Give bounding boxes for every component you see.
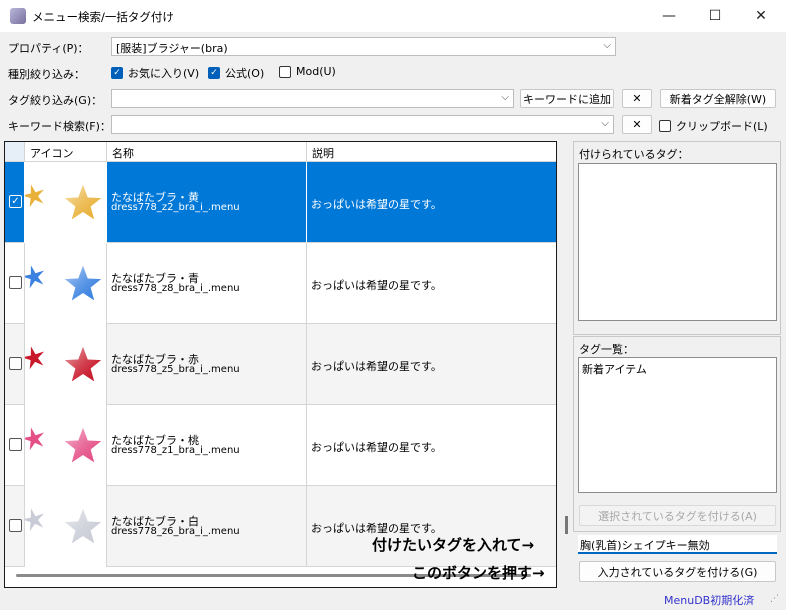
description-cell: おっぱいは希望の星です。 <box>307 162 556 243</box>
row-checkbox-cell[interactable] <box>5 486 25 567</box>
reset-new-tags-button[interactable]: 新着タグ全解除(W) <box>660 89 776 108</box>
star-icon <box>22 427 102 463</box>
close-button[interactable]: ✕ <box>738 0 784 32</box>
menudb-reset-link[interactable]: MenuDB初期化済 <box>664 592 754 608</box>
row-checkbox[interactable]: ✓ <box>9 195 22 208</box>
clipboard-checkbox[interactable]: クリップボード(L) <box>659 118 768 134</box>
favorite-checkbox[interactable]: ✓ お気に入り(V) <box>111 65 199 81</box>
item-grid[interactable]: アイコン 名称 説明 ✓ たなばたブラ・黄 dress778_z2_bra_i_.m… <box>4 141 557 588</box>
item-description: おっぱいは希望の星です。 <box>311 441 442 454</box>
name-cell: たなばたブラ・桃 dress778_z1_bra_i_.menu <box>107 405 307 486</box>
grid-header-checkbox[interactable] <box>5 142 25 162</box>
name-cell: たなばたブラ・黄 dress778_z2_bra_i_.menu <box>107 162 307 243</box>
input-hint-annotation: 付けたいタグを入れて→ <box>372 536 535 554</box>
official-label: 公式(O) <box>225 67 265 80</box>
grid-header-icon[interactable]: アイコン <box>25 142 107 162</box>
description-cell: おっぱいは希望の星です。 <box>307 405 556 486</box>
property-combo[interactable]: [服装]ブラジャー(bra) ⌵ <box>111 37 616 56</box>
star-icon <box>22 346 102 382</box>
row-checkbox[interactable] <box>9 357 22 370</box>
table-row[interactable]: たなばたブラ・青 dress778_z8_bra_i_.menu おっぱいは希望の星… <box>5 243 556 324</box>
item-file: dress778_z6_bra_i_.menu <box>111 526 240 537</box>
property-value: [服装]ブラジャー(bra) <box>116 42 228 55</box>
row-checkbox[interactable] <box>9 276 22 289</box>
tag-filter-combo[interactable]: ⌵ <box>111 89 514 108</box>
chevron-down-icon: ⌵ <box>501 92 509 103</box>
apply-input-tag-button[interactable]: 入力されているタグを付ける(G) <box>579 561 776 582</box>
tag-input-field[interactable]: 胸(乳首)シェイプキー無効 <box>578 535 777 554</box>
item-description: おっぱいは希望の星です。 <box>311 279 442 292</box>
row-checkbox-cell[interactable] <box>5 324 25 405</box>
tag-list-item[interactable]: 新着アイテム <box>582 361 647 377</box>
tag-filter-label: タグ絞り込み(G)： <box>8 94 103 107</box>
tag-list-label: タグ一覧： <box>579 343 634 356</box>
table-row[interactable]: ✓ たなばたブラ・黄 dress778_z2_bra_i_.menu おっぱいは希望の… <box>5 162 556 243</box>
applied-tags-list[interactable] <box>578 163 777 321</box>
keyword-search-combo[interactable]: ⌵ <box>111 115 614 134</box>
star-icon <box>22 184 102 220</box>
resize-grip-icon[interactable]: ⋰ <box>770 594 779 604</box>
clipboard-label: クリップボード(L) <box>676 120 768 133</box>
official-checkbox[interactable]: ✓ 公式(O) <box>208 65 264 81</box>
grid-header-name[interactable]: 名称 <box>107 142 307 162</box>
favorite-label: お気に入り(V) <box>128 67 200 80</box>
item-file: dress778_z1_bra_i_.menu <box>111 445 240 456</box>
name-cell: たなばたブラ・赤 dress778_z5_bra_i_.menu <box>107 324 307 405</box>
button-hint-annotation: このボタンを押す→ <box>412 564 545 582</box>
minimize-button[interactable]: — <box>646 0 692 32</box>
applied-tags-label: 付けられているタグ： <box>579 148 689 161</box>
keyword-search-label: キーワード検索(F)： <box>8 120 111 133</box>
item-description: おっぱいは希望の星です。 <box>311 198 442 211</box>
tag-list[interactable]: 新着アイテム <box>578 357 777 493</box>
name-cell: たなばたブラ・青 dress778_z8_bra_i_.menu <box>107 243 307 324</box>
icon-cell <box>22 324 107 405</box>
item-file: dress778_z8_bra_i_.menu <box>111 283 240 294</box>
tag-input-value: 胸(乳首)シェイプキー無効 <box>580 539 710 552</box>
grid-header-description[interactable]: 説明 <box>307 142 556 162</box>
mod-checkbox[interactable]: Mod(U) <box>279 65 336 78</box>
icon-cell <box>22 243 107 324</box>
clear-tag-filter-button[interactable]: ✕ <box>622 89 652 108</box>
icon-cell <box>22 486 107 567</box>
row-checkbox-cell[interactable] <box>5 405 25 486</box>
vertical-scrollbar-thumb[interactable] <box>565 516 568 534</box>
checkbox-box <box>659 120 671 132</box>
property-label: プロパティ(P)： <box>8 42 89 55</box>
maximize-button[interactable]: ☐ <box>692 0 738 32</box>
table-row[interactable]: たなばたブラ・桃 dress778_z1_bra_i_.menu おっぱいは希望の星… <box>5 405 556 486</box>
row-checkbox[interactable] <box>9 438 22 451</box>
checkbox-box <box>279 65 291 78</box>
item-file: dress778_z5_bra_i_.menu <box>111 364 240 375</box>
star-icon <box>22 265 102 301</box>
star-icon <box>22 508 102 544</box>
add-keyword-button[interactable]: キーワードに追加 <box>520 89 614 108</box>
mod-label: Mod(U) <box>296 65 336 78</box>
check-icon: ✓ <box>208 67 220 79</box>
row-checkbox-cell[interactable] <box>5 243 25 324</box>
icon-cell <box>22 162 107 243</box>
row-checkbox-cell[interactable]: ✓ <box>5 162 25 243</box>
table-row[interactable]: たなばたブラ・赤 dress778_z5_bra_i_.menu おっぱいは希望の星… <box>5 324 556 405</box>
row-checkbox[interactable] <box>9 519 22 532</box>
app-icon <box>10 8 26 24</box>
icon-cell <box>22 405 107 486</box>
name-cell: たなばたブラ・白 dress778_z6_bra_i_.menu <box>107 486 307 567</box>
item-file: dress778_z2_bra_i_.menu <box>111 202 240 213</box>
chevron-down-icon: ⌵ <box>601 118 609 129</box>
apply-selected-tags-button[interactable]: 選択されているタグを付ける(A) <box>579 505 776 526</box>
description-cell: おっぱいは希望の星です。 <box>307 324 556 405</box>
type-filter-label: 種別絞り込み： <box>8 68 85 81</box>
description-cell: おっぱいは希望の星です。 <box>307 243 556 324</box>
window-title: メニュー検索/一括タグ付け <box>32 10 174 24</box>
check-icon: ✓ <box>111 67 123 79</box>
chevron-down-icon: ⌵ <box>603 40 611 51</box>
item-description: おっぱいは希望の星です。 <box>311 360 442 373</box>
clear-keyword-button[interactable]: ✕ <box>622 115 652 134</box>
